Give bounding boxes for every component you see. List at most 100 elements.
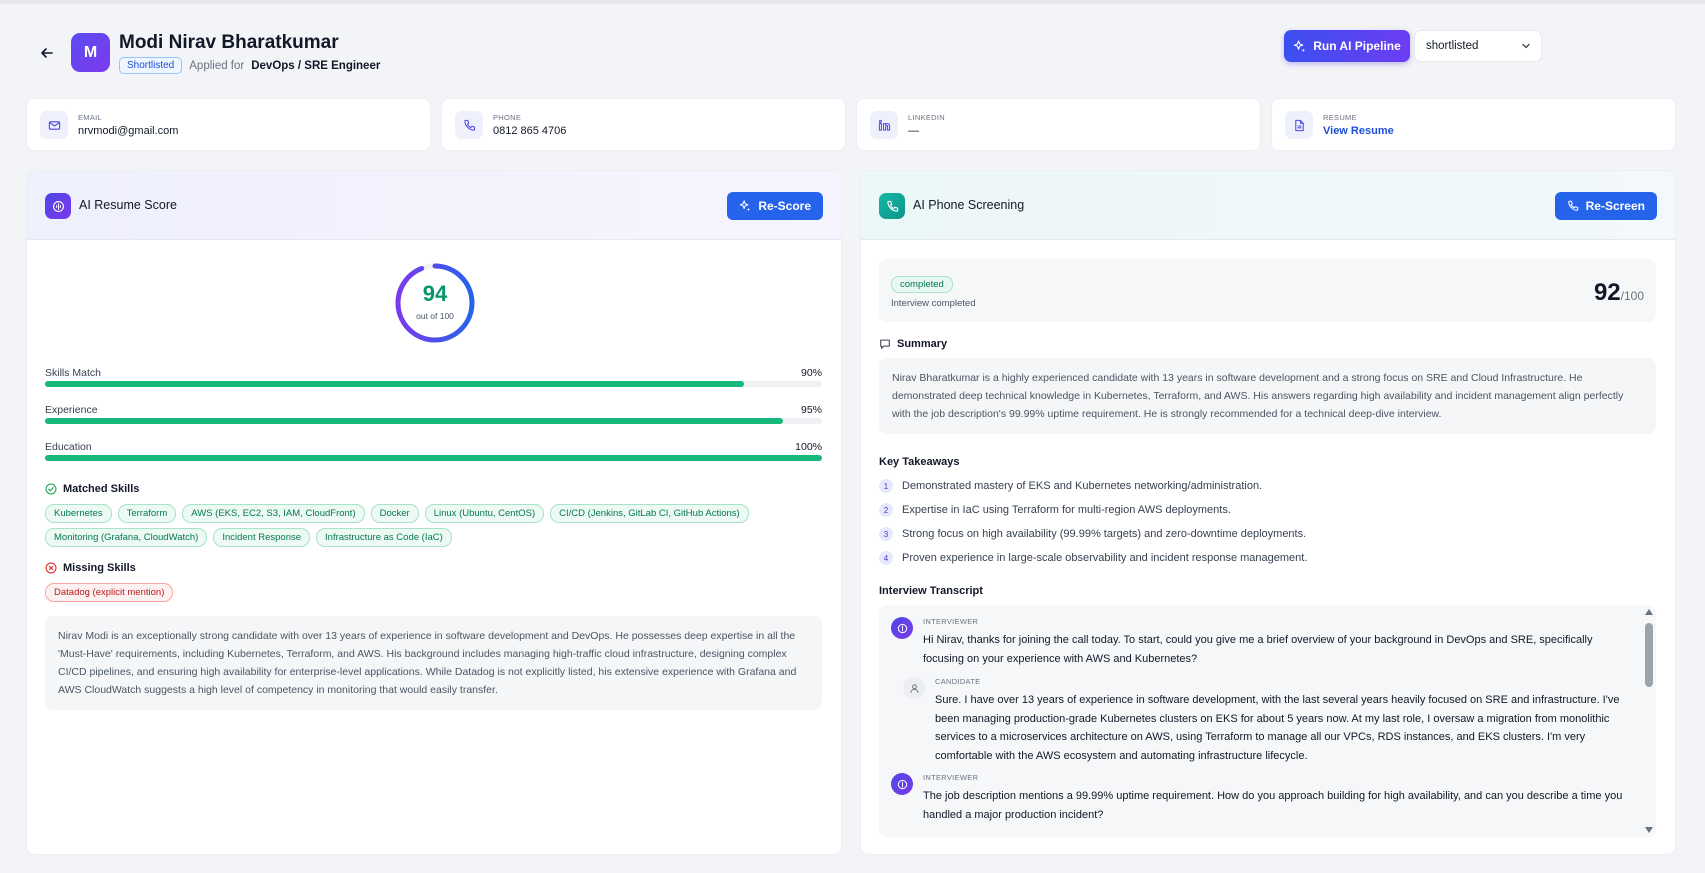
resume-score-title: AI Resume Score [79,198,177,212]
metric-value: 90% [800,367,822,379]
email-label: EMAIL [78,113,103,122]
metric-label: Education [45,441,92,453]
x-circle-icon [45,562,57,574]
phone-screening-panel: AI Phone Screening Re-Screen completed I… [860,170,1676,855]
status-badge: Shortlisted [119,57,183,74]
linkedin-label: LINKEDIN [908,113,945,122]
takeaway-text: Strong focus on high availability (99.99… [902,528,1307,540]
takeaway-item: 1 Demonstrated mastery of EKS and Kubern… [879,479,1262,493]
candidate-header: M Modi Nirav Bharatkumar Shortlisted App… [26,30,1676,76]
key-takeaways-title: Key Takeaways [879,456,960,468]
matched-skill-chip: Incident Response [213,528,311,547]
linkedin-value: — [908,125,919,137]
phone-icon [879,193,905,219]
takeaway-text: Demonstrated mastery of EKS and Kubernet… [902,480,1263,492]
run-ai-pipeline-button[interactable]: Run AI Pipeline [1284,30,1410,62]
metric-value: 100% [795,441,822,453]
sparkle-icon [1294,39,1306,52]
rescore-label: Re-Score [758,199,811,213]
candidate-avatar: M [71,33,110,72]
resume-score-suffix: out of 100 [416,311,454,321]
metric-experience: Experience 95% [45,404,822,434]
screening-score-value: 92 [1593,279,1621,306]
brain-icon [45,193,71,219]
rescreen-button[interactable]: Re-Screen [1554,192,1657,220]
phone-screening-title: AI Phone Screening [913,198,1025,212]
metric-value: 95% [800,404,822,416]
missing-skills-heading: Missing Skills [45,562,136,574]
candidate-name: Modi Nirav Bharatkumar [119,32,339,53]
matched-skills-heading: Matched Skills [45,483,139,495]
linkedin-icon [870,111,898,139]
email-value[interactable]: nrvmodi@gmail.com [78,125,178,137]
scroll-down-arrow-icon[interactable] [1645,827,1653,833]
transcript-scrollbar[interactable] [1644,609,1654,833]
takeaway-number: 2 [879,503,893,517]
summary-heading: Summary [879,338,947,350]
check-circle-icon [45,483,57,495]
chat-bubble-icon [880,339,890,349]
scroll-up-arrow-icon[interactable] [1645,609,1653,615]
screening-score-suffix: /100 [1620,289,1644,303]
rescreen-label: Re-Screen [1585,199,1645,213]
resume-summary: Nirav Modi is an exceptionally strong ca… [45,616,822,710]
summary-title: Summary [897,338,948,350]
screening-summary: Nirav Bharatkumar is a highly experience… [879,358,1656,434]
matched-skills-list: Kubernetes Terraform AWS (EKS, EC2, S3, IA… [45,504,825,547]
sparkle-icon [740,200,751,212]
metric-education: Education 100% [45,441,822,471]
message-text: The job description mentions a 99.99% up… [923,790,1623,821]
transcript-box[interactable]: INTERVIEWER Hi Nirav, thanks for joining… [879,605,1656,837]
status-select[interactable]: shortlisted [1414,30,1542,62]
transcript-message: INTERVIEWER Hi Nirav, thanks for joining… [891,617,1621,677]
interviewer-avatar-icon [891,773,913,795]
resume-score-header: AI Resume Score Re-Score [27,171,841,240]
scroll-thumb[interactable] [1645,623,1653,687]
takeaway-item: 4 Proven experience in large-scale obser… [879,551,1307,565]
metric-label: Skills Match [45,367,102,379]
screening-score: 92/100 [1594,279,1644,307]
status-select-value: shortlisted [1426,40,1479,52]
run-ai-pipeline-label: Run AI Pipeline [1313,39,1401,53]
matched-skill-chip: Monitoring (Grafana, CloudWatch) [45,528,208,547]
message-text: Hi Nirav, thanks for joining the call to… [923,634,1593,665]
takeaway-number: 3 [879,527,893,541]
missing-skills-list: Datadog (explicit mention) [45,583,825,602]
message-role: CANDIDATE [935,677,981,686]
metric-track [45,455,822,461]
metric-track [45,418,822,424]
missing-skill-chip: Datadog (explicit mention) [45,583,174,602]
chevron-down-icon [1522,43,1530,49]
screening-status-pill: completed [891,276,953,293]
phone-screening-header: AI Phone Screening Re-Screen [861,171,1675,240]
transcript-message: INTERVIEWER The job description mentions… [891,773,1623,833]
phone-label: PHONE [493,113,522,122]
takeaway-item: 2 Expertise in IaC using Terraform for m… [879,503,1231,517]
matched-skill-chip: Docker [370,504,419,523]
matched-skill-chip: Linux (Ubuntu, CentOS) [424,504,545,523]
candidate-subtitle: Shortlisted Applied for DevOps / SRE Eng… [119,57,380,74]
mail-icon [40,111,68,139]
metric-fill [45,381,745,387]
applied-for-label: Applied for [189,59,245,72]
matched-skill-chip: Terraform [117,504,177,523]
candidate-avatar-icon [903,677,925,699]
metric-label: Experience [45,404,98,416]
document-icon [1285,111,1313,139]
view-resume-link[interactable]: View Resume [1323,125,1394,137]
resume-label: RESUME [1323,113,1357,122]
takeaway-text: Expertise in IaC using Terraform for mul… [902,504,1231,516]
takeaway-text: Proven experience in large-scale observa… [902,552,1308,564]
message-role: INTERVIEWER [923,773,979,782]
transcript-title: Interview Transcript [879,585,983,597]
resume-score-panel: AI Resume Score Re-Score 94 out of 100 S… [26,170,842,855]
takeaway-number: 1 [879,479,893,493]
phone-value[interactable]: 0812 865 4706 [493,125,566,137]
linkedin-card: LINKEDIN — [856,98,1261,151]
message-role: INTERVIEWER [923,617,979,626]
metric-fill [45,455,822,461]
matched-skill-chip: Kubernetes [45,504,112,523]
rescore-button[interactable]: Re-Score [727,192,823,220]
takeaway-item: 3 Strong focus on high availability (99.… [879,527,1306,541]
back-arrow-icon[interactable] [34,40,60,66]
